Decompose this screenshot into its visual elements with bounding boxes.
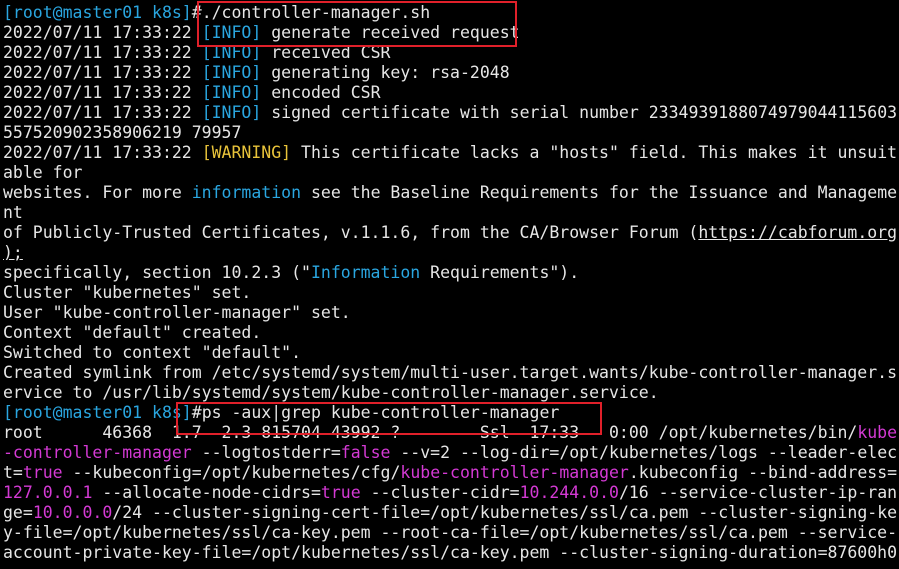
terminal-text: y-file=/opt/kubernetes/ssl/ca-key.pem --… [3, 523, 898, 542]
terminal-line: 2022/07/11 17:33:22 [INFO] received CSR [3, 43, 899, 63]
terminal-line: Cluster "kubernetes" set. [3, 283, 899, 303]
terminal-text: .kubeconfig --bind-address= [628, 463, 898, 482]
terminal-line: 2022/07/11 17:33:22 [INFO] signed certif… [3, 103, 899, 123]
terminal-link[interactable]: https://cabforum.org [698, 223, 897, 242]
terminal-line: [root@master01 k8s]#ps -aux|grep kube-co… [3, 403, 899, 423]
terminal-line: y-file=/opt/kubernetes/ssl/ca-key.pem --… [3, 523, 899, 543]
terminal-text: [INFO] [201, 103, 262, 122]
terminal-text: # [191, 403, 202, 422]
terminal-text: signed certificate with serial number 23… [261, 103, 898, 122]
terminal-text: --cluster-cidr= [360, 483, 520, 502]
terminal-text: websites. For more [3, 183, 192, 202]
terminal-text: 2022/07/11 17:33:22 [3, 83, 202, 102]
terminal-text: kube [857, 423, 898, 442]
terminal-line: websites. For more information see the B… [3, 183, 899, 203]
terminal-text: --kubeconfig=/opt/kubernetes/cfg/ [62, 463, 401, 482]
terminal-text: [INFO] [201, 83, 262, 102]
terminal-text: received CSR [261, 43, 391, 62]
terminal-text: This certificate lacks a "hosts" field. … [291, 143, 898, 162]
terminal-text: see the Baseline Requirements for the Is… [301, 183, 898, 202]
terminal-text: information [191, 183, 302, 202]
terminal-line: 557520902358906219 79957 [3, 123, 899, 143]
terminal-text: Created symlink from /etc/systemd/system… [3, 363, 898, 382]
terminal-text: Requirements"). [420, 263, 580, 282]
terminal-text: 2022/07/11 17:33:22 [3, 63, 202, 82]
terminal-line: 127.0.0.1 --allocate-node-cidrs=true --c… [3, 483, 899, 503]
terminal-text: encoded CSR [261, 83, 381, 102]
terminal-line: -controller-manager --logtostderr=false … [3, 443, 899, 463]
terminal-text: 2022/07/11 17:33:22 [3, 143, 202, 162]
terminal-line: [root@master01 k8s]#./controller-manager… [3, 3, 899, 23]
terminal-text: 10.0.0.0 [32, 503, 113, 522]
terminal-text: # [191, 3, 202, 22]
terminal-line: 2022/07/11 17:33:22 [WARNING] This certi… [3, 143, 899, 163]
terminal-text: kube-controller-manager [400, 463, 629, 482]
terminal-text: 2022/07/11 17:33:22 [3, 103, 202, 122]
terminal-text: User "kube-controller-manager" set. [3, 303, 351, 322]
terminal-text: -controller-manager [3, 443, 192, 462]
terminal-line: t=true --kubeconfig=/opt/kubernetes/cfg/… [3, 463, 899, 483]
terminal-line: User "kube-controller-manager" set. [3, 303, 899, 323]
terminal-text: --logtostderr= [191, 443, 341, 462]
terminal-text: 127.0.0.1 [3, 483, 93, 502]
terminal-line: account-private-key-file=/opt/kubernetes… [3, 543, 899, 563]
terminal-text: true [320, 483, 361, 502]
terminal-line: ge=10.0.0.0/24 --cluster-signing-cert-fi… [3, 503, 899, 523]
terminal-text: /16 --service-cluster-ip-ran [618, 483, 898, 502]
terminal-text: [root@master01 k8s] [3, 3, 192, 22]
terminal-line: Context "default" created. [3, 323, 899, 343]
terminal-text: ervice to /usr/lib/systemd/system/kube-c… [3, 383, 659, 402]
terminal-text: nt [3, 203, 23, 222]
terminal-link[interactable]: ); [3, 243, 23, 262]
terminal-text: [INFO] [201, 23, 262, 42]
terminal-text: [WARNING] [201, 143, 292, 162]
terminal-text: ./controller-manager.sh [201, 3, 431, 22]
terminal-line: 2022/07/11 17:33:22 [INFO] generate rece… [3, 23, 899, 43]
terminal-text: specifically, section 10.2.3 (" [3, 263, 311, 282]
terminal-line: ervice to /usr/lib/systemd/system/kube-c… [3, 383, 899, 403]
terminal-text: generating key: rsa-2048 [261, 63, 510, 82]
terminal-text: [INFO] [201, 43, 262, 62]
terminal-text: of Publicly-Trusted Certificates, v.1.1.… [3, 223, 699, 242]
terminal-text: true [22, 463, 63, 482]
terminal-window[interactable]: [root@master01 k8s]#./controller-manager… [3, 3, 899, 563]
terminal-text: [INFO] [201, 63, 262, 82]
terminal-text: Information [310, 263, 421, 282]
terminal-text: t= [3, 463, 23, 482]
terminal-line: 2022/07/11 17:33:22 [INFO] encoded CSR [3, 83, 899, 103]
terminal-text: Cluster "kubernetes" set. [3, 283, 252, 302]
terminal-text: 2022/07/11 17:33:22 [3, 43, 202, 62]
terminal-text: generate received request [261, 23, 520, 42]
terminal-text: Switched to context "default". [3, 343, 302, 362]
terminal-text: 2022/07/11 17:33:22 [3, 23, 202, 42]
terminal-text: Context "default" created. [3, 323, 262, 342]
terminal-line: ); [3, 243, 899, 263]
terminal-text: /24 --cluster-signing-cert-file=/opt/kub… [112, 503, 898, 522]
terminal-line: nt [3, 203, 899, 223]
terminal-line: Created symlink from /etc/systemd/system… [3, 363, 899, 383]
terminal-text: account-private-key-file=/opt/kubernetes… [3, 543, 898, 562]
terminal-text: --v=2 --log-dir=/opt/kubernetes/logs --l… [390, 443, 898, 462]
terminal-text: ps -aux|grep kube-controller-manager [201, 403, 560, 422]
terminal-line: specifically, section 10.2.3 ("Informati… [3, 263, 899, 283]
terminal-line: of Publicly-Trusted Certificates, v.1.1.… [3, 223, 899, 243]
terminal-line: Switched to context "default". [3, 343, 899, 363]
terminal-text: --allocate-node-cidrs= [92, 483, 321, 502]
terminal-text: root 46368 1.7 2.3 815704 43992 ? Ssl 17… [3, 423, 858, 442]
terminal-line: 2022/07/11 17:33:22 [INFO] generating ke… [3, 63, 899, 83]
terminal-text: able for [3, 163, 83, 182]
terminal-line: able for [3, 163, 899, 183]
terminal-text: 10.244.0.0 [519, 483, 619, 502]
terminal-text: 557520902358906219 79957 [3, 123, 242, 142]
terminal-text: ge= [3, 503, 33, 522]
terminal-text: false [340, 443, 391, 462]
terminal-line: root 46368 1.7 2.3 815704 43992 ? Ssl 17… [3, 423, 899, 443]
terminal-text: [root@master01 k8s] [3, 403, 192, 422]
